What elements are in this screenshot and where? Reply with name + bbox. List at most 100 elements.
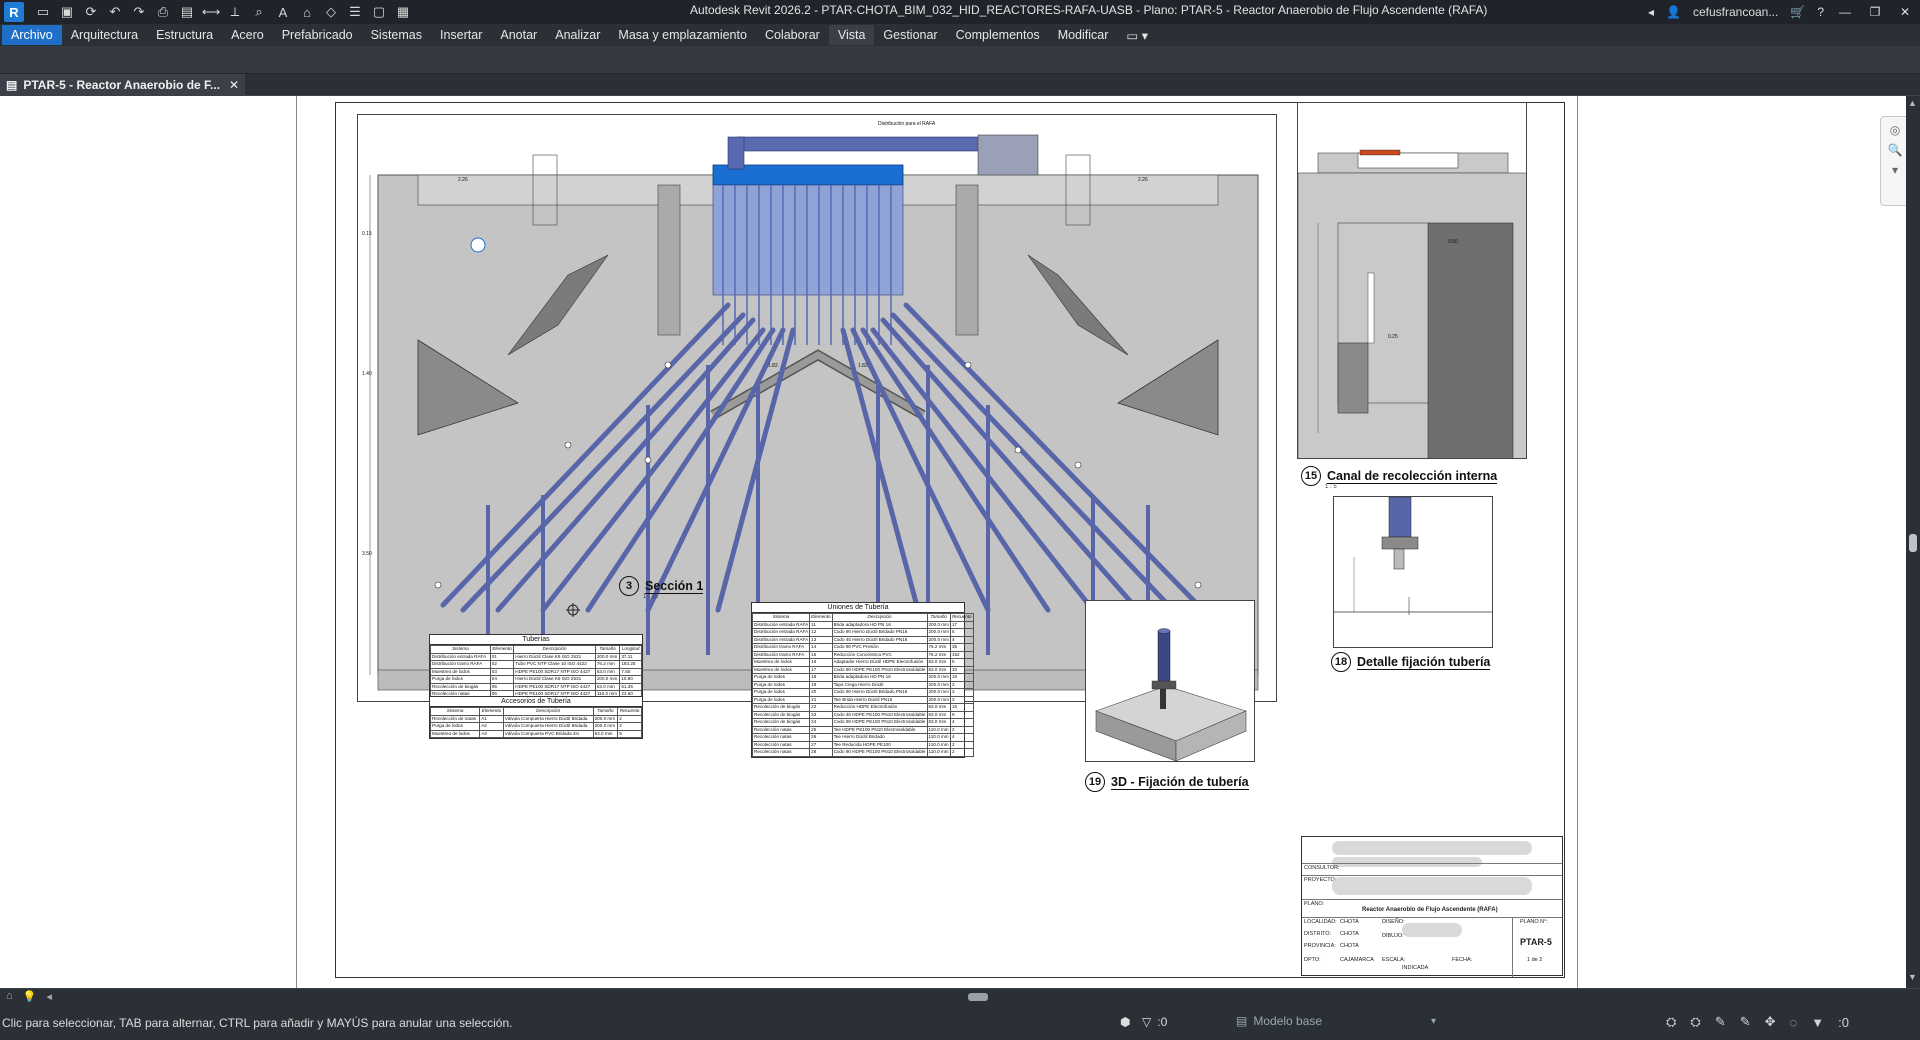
close-button[interactable]: ✕: [1896, 5, 1914, 19]
selection-options: ⛭ ⛭ ✎ ✎ ✥ ◌ ▼ :0: [1666, 1014, 1849, 1030]
zoom-icon[interactable]: 🔍: [1888, 143, 1903, 157]
table-row: Purga de lodos A2 Válvula Compuerta Hierro…: [429, 722, 642, 731]
tab-masa-emplazamiento[interactable]: Masa y emplazamiento: [609, 25, 756, 45]
scroll-thumb[interactable]: [1909, 534, 1917, 552]
close-windows-icon[interactable]: ▢: [370, 3, 388, 21]
tab-archivo[interactable]: Archivo: [2, 25, 62, 45]
dimension-icon[interactable]: ⟂: [226, 3, 244, 21]
revit-logo-icon[interactable]: R: [4, 2, 24, 22]
select-underlay-icon[interactable]: ⛭: [1690, 1014, 1700, 1030]
redo-icon[interactable]: ↷: [130, 3, 148, 21]
chevron-left-icon[interactable]: ◂: [1648, 5, 1654, 19]
hscroll-thumb[interactable]: [968, 993, 988, 1001]
switch-windows-icon[interactable]: ▦: [394, 3, 412, 21]
tab-colaborar[interactable]: Colaborar: [756, 25, 829, 45]
cell: 12: [809, 628, 833, 637]
tab-vista[interactable]: Vista: [828, 25, 875, 45]
measure-icon[interactable]: ⟷: [202, 3, 221, 21]
view-title-3d-fijacion[interactable]: 19 3D - Fijación de tubería: [1085, 772, 1249, 792]
print-icon[interactable]: ⎙: [154, 3, 172, 21]
select-links-icon[interactable]: ⛭: [1666, 1014, 1676, 1030]
lightbulb-icon[interactable]: 💡: [23, 990, 37, 1003]
tab-analizar[interactable]: Analizar: [546, 25, 609, 45]
cell: 2: [949, 725, 974, 734]
view-control-icon[interactable]: ⌂: [6, 990, 13, 1003]
close-icon[interactable]: ✕: [229, 78, 239, 92]
cell: Brida adaptadora HD PN 16: [831, 620, 928, 629]
viewport-canal-recoleccion[interactable]: 0.50 0.25: [1297, 102, 1527, 459]
sync-icon[interactable]: ⟳: [82, 3, 100, 21]
cell: 14: [809, 643, 833, 652]
help-icon[interactable]: ?: [1817, 5, 1824, 19]
view-title-fijacion[interactable]: 18 Detalle fijación tubería: [1331, 652, 1491, 672]
cart-icon[interactable]: 🛒: [1790, 5, 1805, 19]
home-icon[interactable]: ⌂: [298, 3, 316, 21]
tag-icon[interactable]: ⌕: [250, 3, 268, 21]
drag-elements-icon[interactable]: ✥: [1765, 1014, 1776, 1030]
tab-gestionar[interactable]: Gestionar: [874, 25, 946, 45]
filter-icon[interactable]: ▼: [1811, 1015, 1824, 1030]
cell: 110.0 mm: [926, 725, 951, 734]
cell: Tee Reducida HDPE PE100: [831, 740, 928, 749]
tab-estructura[interactable]: Estructura: [147, 25, 222, 45]
steering-wheel-icon[interactable]: ◎: [1890, 123, 1900, 137]
user-account-icon[interactable]: 👤: [1666, 5, 1681, 19]
active-model-dropdown[interactable]: ▤ Modelo base ▾: [1236, 1014, 1436, 1028]
title-block[interactable]: CONSULTOR: PROYECTO: PLANO: Reactor Anae…: [1301, 836, 1563, 977]
tab-complementos[interactable]: Complementos: [947, 25, 1049, 45]
col-header: Sistema: [429, 707, 481, 716]
cell: Válvula Compuerta Hierro Dúctil Bridada: [502, 714, 594, 723]
canal-drawing: 0.50 0.25: [1298, 103, 1526, 458]
select-by-face-icon[interactable]: ✎: [1740, 1014, 1751, 1030]
tab-insertar[interactable]: Insertar: [431, 25, 491, 45]
cell: 37.11: [619, 652, 642, 661]
cell: Recolección natas: [751, 748, 811, 757]
viewport-detalle-fijacion[interactable]: [1333, 496, 1493, 648]
selection-filter[interactable]: ▽ :0: [1120, 1015, 1167, 1029]
horizontal-scrollbar[interactable]: ⌂ 💡 ◂: [0, 988, 1920, 1004]
background-process-icon[interactable]: ◌: [1790, 1015, 1798, 1030]
tab-acero[interactable]: Acero: [222, 25, 273, 45]
cell: Codo 90 Hierro Dúctil Bridado PN16: [831, 628, 928, 637]
scroll-left-icon[interactable]: ◂: [46, 990, 52, 1003]
ribbon-display-toggle-icon[interactable]: ▭ ▾: [1117, 25, 1157, 46]
table-row: Distribución tramo RAFA 14 Codo 90 PVC Pre…: [751, 643, 974, 652]
tab-arquitectura[interactable]: Arquitectura: [62, 25, 147, 45]
dibujo-label: DIBUJO:: [1382, 933, 1404, 939]
select-pinned-icon[interactable]: ✎: [1715, 1014, 1726, 1030]
tab-sistemas[interactable]: Sistemas: [362, 25, 431, 45]
save-icon[interactable]: ▣: [58, 3, 76, 21]
thin-lines-icon[interactable]: ☰: [346, 3, 364, 21]
schedule-tuberias[interactable]: Tuberías Sistema Elemento Descripción Ta…: [429, 634, 643, 700]
vertical-scrollbar[interactable]: ▲ ▼: [1906, 96, 1920, 988]
table-row: Purga de lodos 19 Tapa Ciega Hierro Dúctil…: [751, 680, 974, 689]
text-icon[interactable]: A: [274, 3, 292, 21]
close-hidden-icon[interactable]: ▤: [178, 3, 196, 21]
open-icon[interactable]: ▭: [34, 3, 52, 21]
drawing-canvas[interactable]: 0.15 1.40 3.50 2.26 2.26 1.82 1.82 Distr…: [0, 96, 1920, 988]
tab-modificar[interactable]: Modificar: [1049, 25, 1118, 45]
scroll-up-icon[interactable]: ▲: [1908, 98, 1917, 108]
scroll-down-icon[interactable]: ▼: [1908, 972, 1917, 982]
viewport-3d-fijacion[interactable]: [1085, 600, 1255, 762]
schedule-accesorios[interactable]: Accesorios de Tubería Sistema Elemento D…: [429, 696, 643, 739]
tab-prefabricado[interactable]: Prefabricado: [273, 25, 362, 45]
cell: 9: [949, 710, 974, 719]
restore-button[interactable]: ❐: [1866, 5, 1884, 19]
user-name[interactable]: cefusfrancoan...: [1693, 5, 1778, 19]
view-title-seccion[interactable]: 3 Sección 1 1 : 25: [619, 576, 704, 600]
schedule-uniones[interactable]: Uniones de Tubería Sistema Elemento Desc…: [751, 602, 974, 758]
doc-tab-ptar5[interactable]: ▤ PTAR-5 - Reactor Anaerobio de F... ✕: [0, 74, 245, 96]
sheet-paper: 0.15 1.40 3.50 2.26 2.26 1.82 1.82 Distr…: [296, 96, 1578, 988]
chevron-down-icon[interactable]: ▾: [1892, 163, 1898, 177]
cell: 35: [949, 643, 974, 652]
tab-anotar[interactable]: Anotar: [491, 25, 546, 45]
cell: Recolección natas: [751, 733, 811, 742]
view-title-canal[interactable]: 15 Canal de recolección interna 1 : 5: [1301, 466, 1498, 490]
cell: Reducción Concéntrica PVC: [831, 650, 928, 659]
cell: 22: [809, 703, 833, 712]
undo-icon[interactable]: ↶: [106, 3, 124, 21]
minimize-button[interactable]: —: [1836, 5, 1854, 19]
cell: 25: [809, 725, 833, 734]
section-icon[interactable]: ◇: [322, 3, 340, 21]
